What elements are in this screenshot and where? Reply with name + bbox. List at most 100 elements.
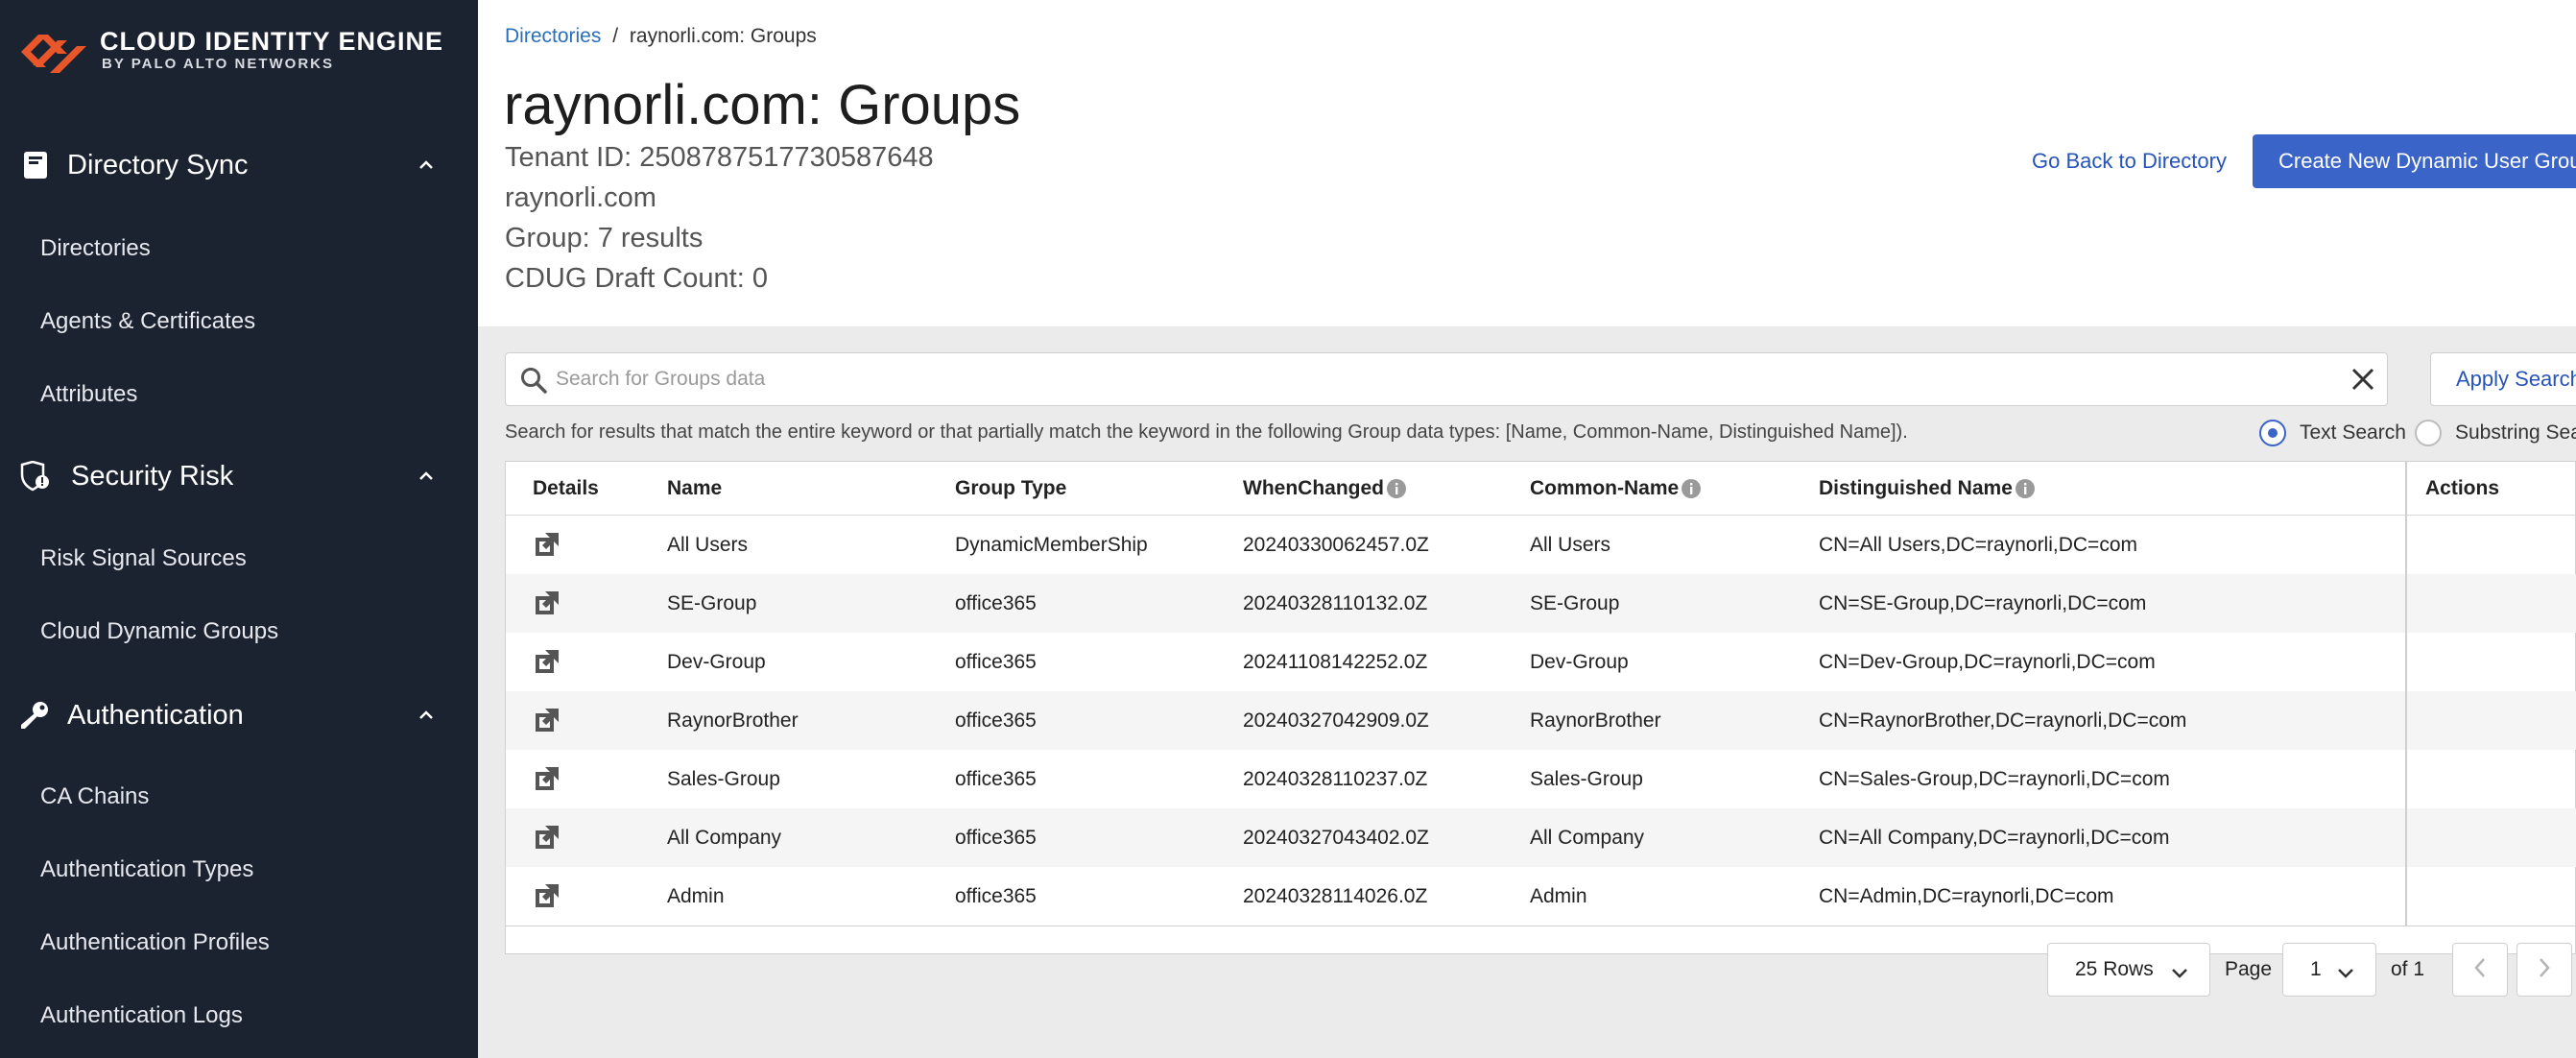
open-details-icon[interactable] [533, 530, 561, 559]
close-icon[interactable] [2349, 365, 2377, 394]
shield-risk-icon [19, 460, 52, 493]
column-header-label: Distinguished Name [1819, 477, 2013, 499]
chevron-up-icon[interactable] [417, 156, 436, 175]
cell-group-type: office365 [955, 885, 1037, 907]
table-header: Details Name Group Type WhenChanged Comm… [506, 462, 2576, 516]
cell-name: Sales-Group [667, 768, 780, 790]
cell-group-type: office365 [955, 651, 1037, 673]
go-back-to-directory-link[interactable]: Go Back to Directory [2032, 149, 2227, 174]
cell-distinguished-name: CN=SE-Group,DC=raynorli,DC=com [1819, 592, 2147, 614]
cell-distinguished-name: CN=Admin,DC=raynorli,DC=com [1819, 885, 2114, 907]
sidebar-item-agents-certificates[interactable]: Agents & Certificates [40, 308, 255, 335]
table-row: Sales-Group office365 20240328110237.0Z … [506, 750, 2405, 808]
cell-common-name: All Users [1530, 534, 1611, 556]
cell-actions [2407, 691, 2576, 750]
column-header-common-name[interactable]: Common-Name [1530, 477, 1702, 500]
page-header: Directories / raynorli.com: Groups rayno… [478, 0, 2576, 326]
column-header-name[interactable]: Name [667, 477, 722, 500]
info-icon[interactable] [1681, 478, 1702, 499]
open-details-icon[interactable] [533, 647, 561, 676]
sidebar-section-label: Directory Sync [67, 149, 249, 180]
sidebar-item-risk-signal-sources[interactable]: Risk Signal Sources [40, 545, 247, 572]
radio-label: Substring Search [2455, 421, 2576, 444]
cell-group-type: office365 [955, 709, 1037, 732]
group-count: Group: 7 results [505, 223, 704, 253]
info-icon[interactable] [1386, 478, 1407, 499]
chevron-up-icon[interactable] [417, 467, 436, 486]
open-details-icon[interactable] [533, 764, 561, 793]
rows-per-page-select[interactable]: 25 Rows [2047, 943, 2210, 997]
substring-search-radio[interactable]: Substring Search [2415, 420, 2576, 446]
sidebar-item-directories[interactable]: Directories [40, 235, 151, 262]
search-box [505, 352, 2388, 406]
column-header-details[interactable]: Details [533, 477, 599, 500]
cell-distinguished-name: CN=Sales-Group,DC=raynorli,DC=com [1819, 768, 2170, 790]
cell-distinguished-name: CN=Dev-Group,DC=raynorli,DC=com [1819, 651, 2156, 673]
cell-group-type: office365 [955, 592, 1037, 614]
main-area: Directories / raynorli.com: Groups rayno… [478, 0, 2576, 1058]
cell-actions [2407, 867, 2576, 926]
cell-distinguished-name: CN=All Users,DC=raynorli,DC=com [1819, 534, 2137, 556]
cell-when-changed: 20240328110237.0Z [1243, 768, 1428, 790]
page-number-value: 1 [2310, 958, 2322, 980]
cell-common-name: All Company [1530, 827, 1645, 849]
cell-when-changed: 20240327043402.0Z [1243, 827, 1429, 849]
sidebar-item-authentication-types[interactable]: Authentication Types [40, 856, 253, 883]
search-help-text: Search for results that match the entire… [505, 421, 1908, 443]
cell-actions [2407, 574, 2576, 633]
sidebar-item-authentication-logs[interactable]: Authentication Logs [40, 1002, 243, 1029]
content-area: Apply Search Search for results that mat… [478, 326, 2576, 1058]
open-details-icon[interactable] [533, 706, 561, 734]
column-header-label: WhenChanged [1243, 477, 1384, 499]
open-details-icon[interactable] [533, 823, 561, 852]
info-icon[interactable] [2015, 478, 2036, 499]
cell-name: All Company [667, 827, 782, 849]
chevron-up-icon[interactable] [417, 706, 436, 725]
sidebar-section-label: Authentication [67, 699, 244, 731]
search-icon [519, 366, 548, 395]
column-header-label: Common-Name [1530, 477, 1680, 499]
sidebar-section-security-risk[interactable]: Security Risk [0, 447, 478, 505]
apply-search-button[interactable]: Apply Search [2430, 352, 2576, 406]
cell-when-changed: 20240327042909.0Z [1243, 709, 1429, 732]
brand-logo[interactable]: CLOUD IDENTITY ENGINE BY PALO ALTO NETWO… [19, 23, 443, 77]
brand-sub: BY PALO ALTO NETWORKS [102, 56, 335, 72]
cell-distinguished-name: CN=All Company,DC=raynorli,DC=com [1819, 827, 2170, 849]
radio-label: Text Search [2300, 421, 2406, 444]
page-total-label: of 1 [2391, 958, 2425, 980]
table-row: Admin office365 20240328114026.0Z Admin … [506, 867, 2405, 926]
open-details-icon[interactable] [533, 881, 561, 910]
cell-name: Dev-Group [667, 651, 766, 673]
page-number-select[interactable]: 1 [2282, 943, 2376, 997]
table-row: All Users DynamicMemberShip 202403300624… [506, 516, 2405, 574]
sidebar-section-directory-sync[interactable]: Directory Sync [0, 136, 478, 194]
column-header-distinguished-name[interactable]: Distinguished Name [1819, 477, 2036, 500]
search-input[interactable] [556, 363, 2322, 396]
sidebar-section-authentication[interactable]: Authentication [0, 686, 478, 744]
open-details-icon[interactable] [533, 589, 561, 617]
cdug-draft-count: CDUG Draft Count: 0 [505, 263, 768, 294]
sidebar-item-cloud-dynamic-groups[interactable]: Cloud Dynamic Groups [40, 618, 278, 645]
previous-page-button[interactable] [2452, 943, 2508, 997]
radio-selected-icon [2259, 420, 2286, 446]
cell-when-changed: 20240328110132.0Z [1243, 592, 1428, 614]
column-header-group-type[interactable]: Group Type [955, 477, 1066, 500]
groups-table: Details Name Group Type WhenChanged Comm… [505, 461, 2576, 954]
brand-name: CLOUD IDENTITY ENGINE [100, 27, 444, 56]
breadcrumb-current: raynorli.com: Groups [629, 25, 817, 47]
column-header-when-changed[interactable]: WhenChanged [1243, 477, 1407, 500]
sidebar-item-attributes[interactable]: Attributes [40, 381, 137, 408]
actions-column-divider [2405, 462, 2407, 926]
cell-group-type: DynamicMemberShip [955, 534, 1148, 556]
cell-group-type: office365 [955, 768, 1037, 790]
breadcrumb-link-directories[interactable]: Directories [505, 25, 601, 47]
text-search-radio[interactable]: Text Search [2259, 420, 2406, 446]
chevron-right-icon [2538, 957, 2551, 983]
cell-name: SE-Group [667, 592, 757, 614]
cell-common-name: Admin [1530, 885, 1587, 907]
next-page-button[interactable] [2516, 943, 2572, 997]
cell-distinguished-name: CN=RaynorBrother,DC=raynorli,DC=com [1819, 709, 2187, 732]
create-dynamic-user-group-button[interactable]: Create New Dynamic User Group [2253, 134, 2576, 188]
sidebar-item-authentication-profiles[interactable]: Authentication Profiles [40, 929, 270, 956]
sidebar-item-ca-chains[interactable]: CA Chains [40, 783, 149, 810]
